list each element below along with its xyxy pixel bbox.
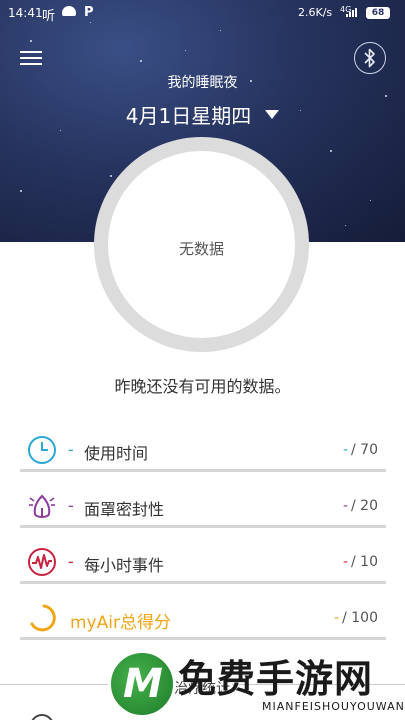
android-icon [62, 6, 76, 16]
metric-progress-track [20, 637, 386, 640]
hamburger-menu-icon[interactable] [20, 48, 44, 68]
status-app-icon: 听 [42, 9, 56, 24]
parking-app-icon: P [84, 5, 94, 20]
total-score-ring-icon [30, 604, 56, 632]
metric-usage-time[interactable]: - 使用时间 -/ 70 [20, 432, 386, 472]
clock-icon [28, 436, 56, 464]
page-subtitle: 我的睡眠夜 [167, 75, 238, 91]
watermark-logo: M [108, 650, 176, 718]
no-data-label: 无数据 [178, 240, 224, 258]
watermark: M 免费手游网 MIANFEISHOUYOUWANG [108, 644, 405, 720]
metric-dash: - [68, 440, 74, 459]
events-wave-icon [28, 548, 56, 576]
metric-label: 使用时间 [84, 444, 149, 463]
bluetooth-icon[interactable] [354, 42, 386, 74]
metric-events-per-hour[interactable]: - 每小时事件 -/ 10 [20, 544, 386, 584]
watermark-title: 免费手游网 [178, 657, 374, 701]
stats-item-icon[interactable] [30, 714, 54, 720]
metric-progress-track [20, 469, 386, 472]
watermark-subtitle: MIANFEISHOUYOUWANG [262, 700, 405, 713]
metric-label: 面罩密封性 [84, 500, 165, 519]
no-data-message: 昨晚还没有可用的数据。 [114, 377, 291, 396]
battery-icon: 68 [366, 7, 390, 19]
signal-icon [346, 8, 358, 17]
mask-icon [29, 494, 55, 518]
date-label: 4月1日星期四 [125, 104, 252, 128]
network-speed: 2.6K/s [298, 6, 333, 19]
status-time: 14:41 [8, 6, 43, 20]
metric-myair-total-score[interactable]: myAir总得分 -/ 100 [20, 600, 386, 640]
metric-score: -/ 100 [334, 610, 378, 626]
metric-dash: - [68, 496, 74, 515]
metric-progress-track [20, 581, 386, 584]
metric-score: -/ 10 [342, 554, 378, 570]
watermark-logo-letter: M [123, 661, 163, 707]
metric-label: 每小时事件 [84, 556, 165, 575]
status-bar: 14:41 听 P 2.6K/s 4G 68 [0, 0, 405, 28]
metric-score: -/ 70 [342, 442, 378, 458]
metric-score: -/ 20 [342, 498, 378, 514]
metric-progress-track [20, 525, 386, 528]
metric-mask-seal[interactable]: - 面罩密封性 -/ 20 [20, 488, 386, 528]
dropdown-arrow-icon [265, 110, 280, 119]
metric-label: myAir总得分 [70, 613, 171, 633]
metric-dash: - [68, 552, 74, 571]
date-selector[interactable]: 4月1日星期四 [0, 100, 405, 129]
